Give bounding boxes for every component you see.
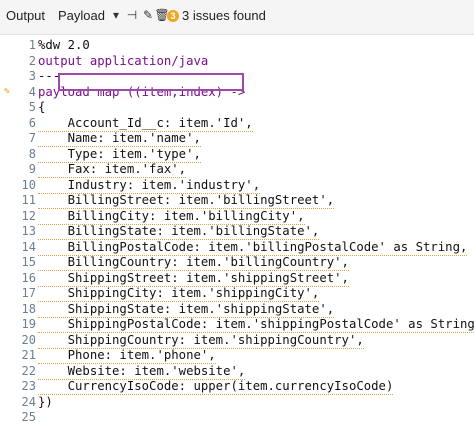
line-number: 15 [21, 255, 36, 269]
line-number: 25 [21, 410, 36, 424]
line-number: 5 [28, 100, 36, 114]
code-line[interactable]: Type: item.'type', [38, 146, 201, 163]
code-line[interactable]: Name: item.'name', [38, 130, 201, 147]
line-number: 6 [28, 115, 36, 130]
pin-icon[interactable]: ⊣ [124, 6, 140, 24]
code-line[interactable]: ShippingState: item.'shippingState', [38, 301, 335, 318]
payload-selector[interactable]: Payload [58, 8, 105, 23]
line-number: 13 [21, 224, 36, 238]
code-line[interactable]: BillingStreet: item.'billingStreet', [38, 192, 335, 209]
code-line[interactable]: }) [38, 394, 53, 410]
line-number: 8 [28, 146, 36, 161]
code-line[interactable]: ShippingPostalCode: item.'shippingPostal… [38, 316, 474, 333]
code-line[interactable]: ShippingStreet: item.'shippingStreet', [38, 270, 349, 287]
line-number: 1 [28, 38, 36, 52]
code-line[interactable]: Phone: item.'phone', [38, 347, 216, 364]
line-number: 21 [21, 348, 36, 362]
lightbulb-icon[interactable]: ✎ [4, 84, 14, 100]
line-number: 14 [21, 239, 36, 254]
chevron-down-icon[interactable]: ▾ [108, 6, 124, 24]
code-line[interactable]: Account_Id__c: item.'Id', [38, 115, 253, 132]
code-line[interactable]: output application/java [38, 53, 208, 69]
line-number: 22 [21, 363, 36, 378]
warning-icon: 3 [167, 10, 179, 22]
code-line[interactable]: ShippingCountry: item.'shippingCountry', [38, 332, 364, 349]
code-line[interactable]: BillingCountry: item.'billingCountry', [38, 254, 349, 271]
line-number: 7 [28, 131, 36, 145]
output-toolbar: Output Payload ▾ ⊣ ✎ 🗑 3 3 issues found [0, 0, 474, 35]
code-line[interactable]: Fax: item.'fax', [38, 161, 187, 178]
line-number: 11 [21, 193, 36, 207]
code-line[interactable]: %dw 2.0 [38, 37, 90, 53]
output-label: Output [6, 8, 46, 23]
code-line[interactable]: --- [38, 68, 60, 84]
line-number: 19 [21, 317, 36, 331]
code-line[interactable]: { [38, 99, 45, 115]
line-number: 3 [28, 69, 36, 83]
line-number: 18 [21, 301, 36, 316]
line-number: 9 [28, 162, 36, 176]
highlight-box [58, 73, 244, 91]
code-line[interactable]: Website: item.'website', [38, 363, 246, 380]
code-line[interactable]: BillingPostalCode: item.'billingPostalCo… [38, 239, 468, 256]
line-number: 16 [21, 270, 36, 285]
line-number: 12 [21, 208, 36, 223]
line-number: 17 [21, 286, 36, 300]
code-line[interactable]: ShippingCity: item.'shippingCity', [38, 285, 320, 302]
line-number: 10 [21, 177, 36, 192]
line-number: 24 [21, 394, 36, 409]
code-line[interactable]: CurrencyIsoCode: upper(item.currencyIsoC… [38, 378, 394, 395]
code-line[interactable]: BillingState: item.'billingState', [38, 223, 320, 240]
issues-status[interactable]: 3 issues found [182, 8, 266, 23]
line-number: 2 [28, 53, 36, 68]
code-line[interactable]: BillingCity: item.'billingCity', [38, 208, 305, 225]
line-number: 23 [21, 379, 36, 393]
line-number: 20 [21, 332, 36, 347]
code-line[interactable]: Industry: item.'industry', [38, 177, 261, 194]
